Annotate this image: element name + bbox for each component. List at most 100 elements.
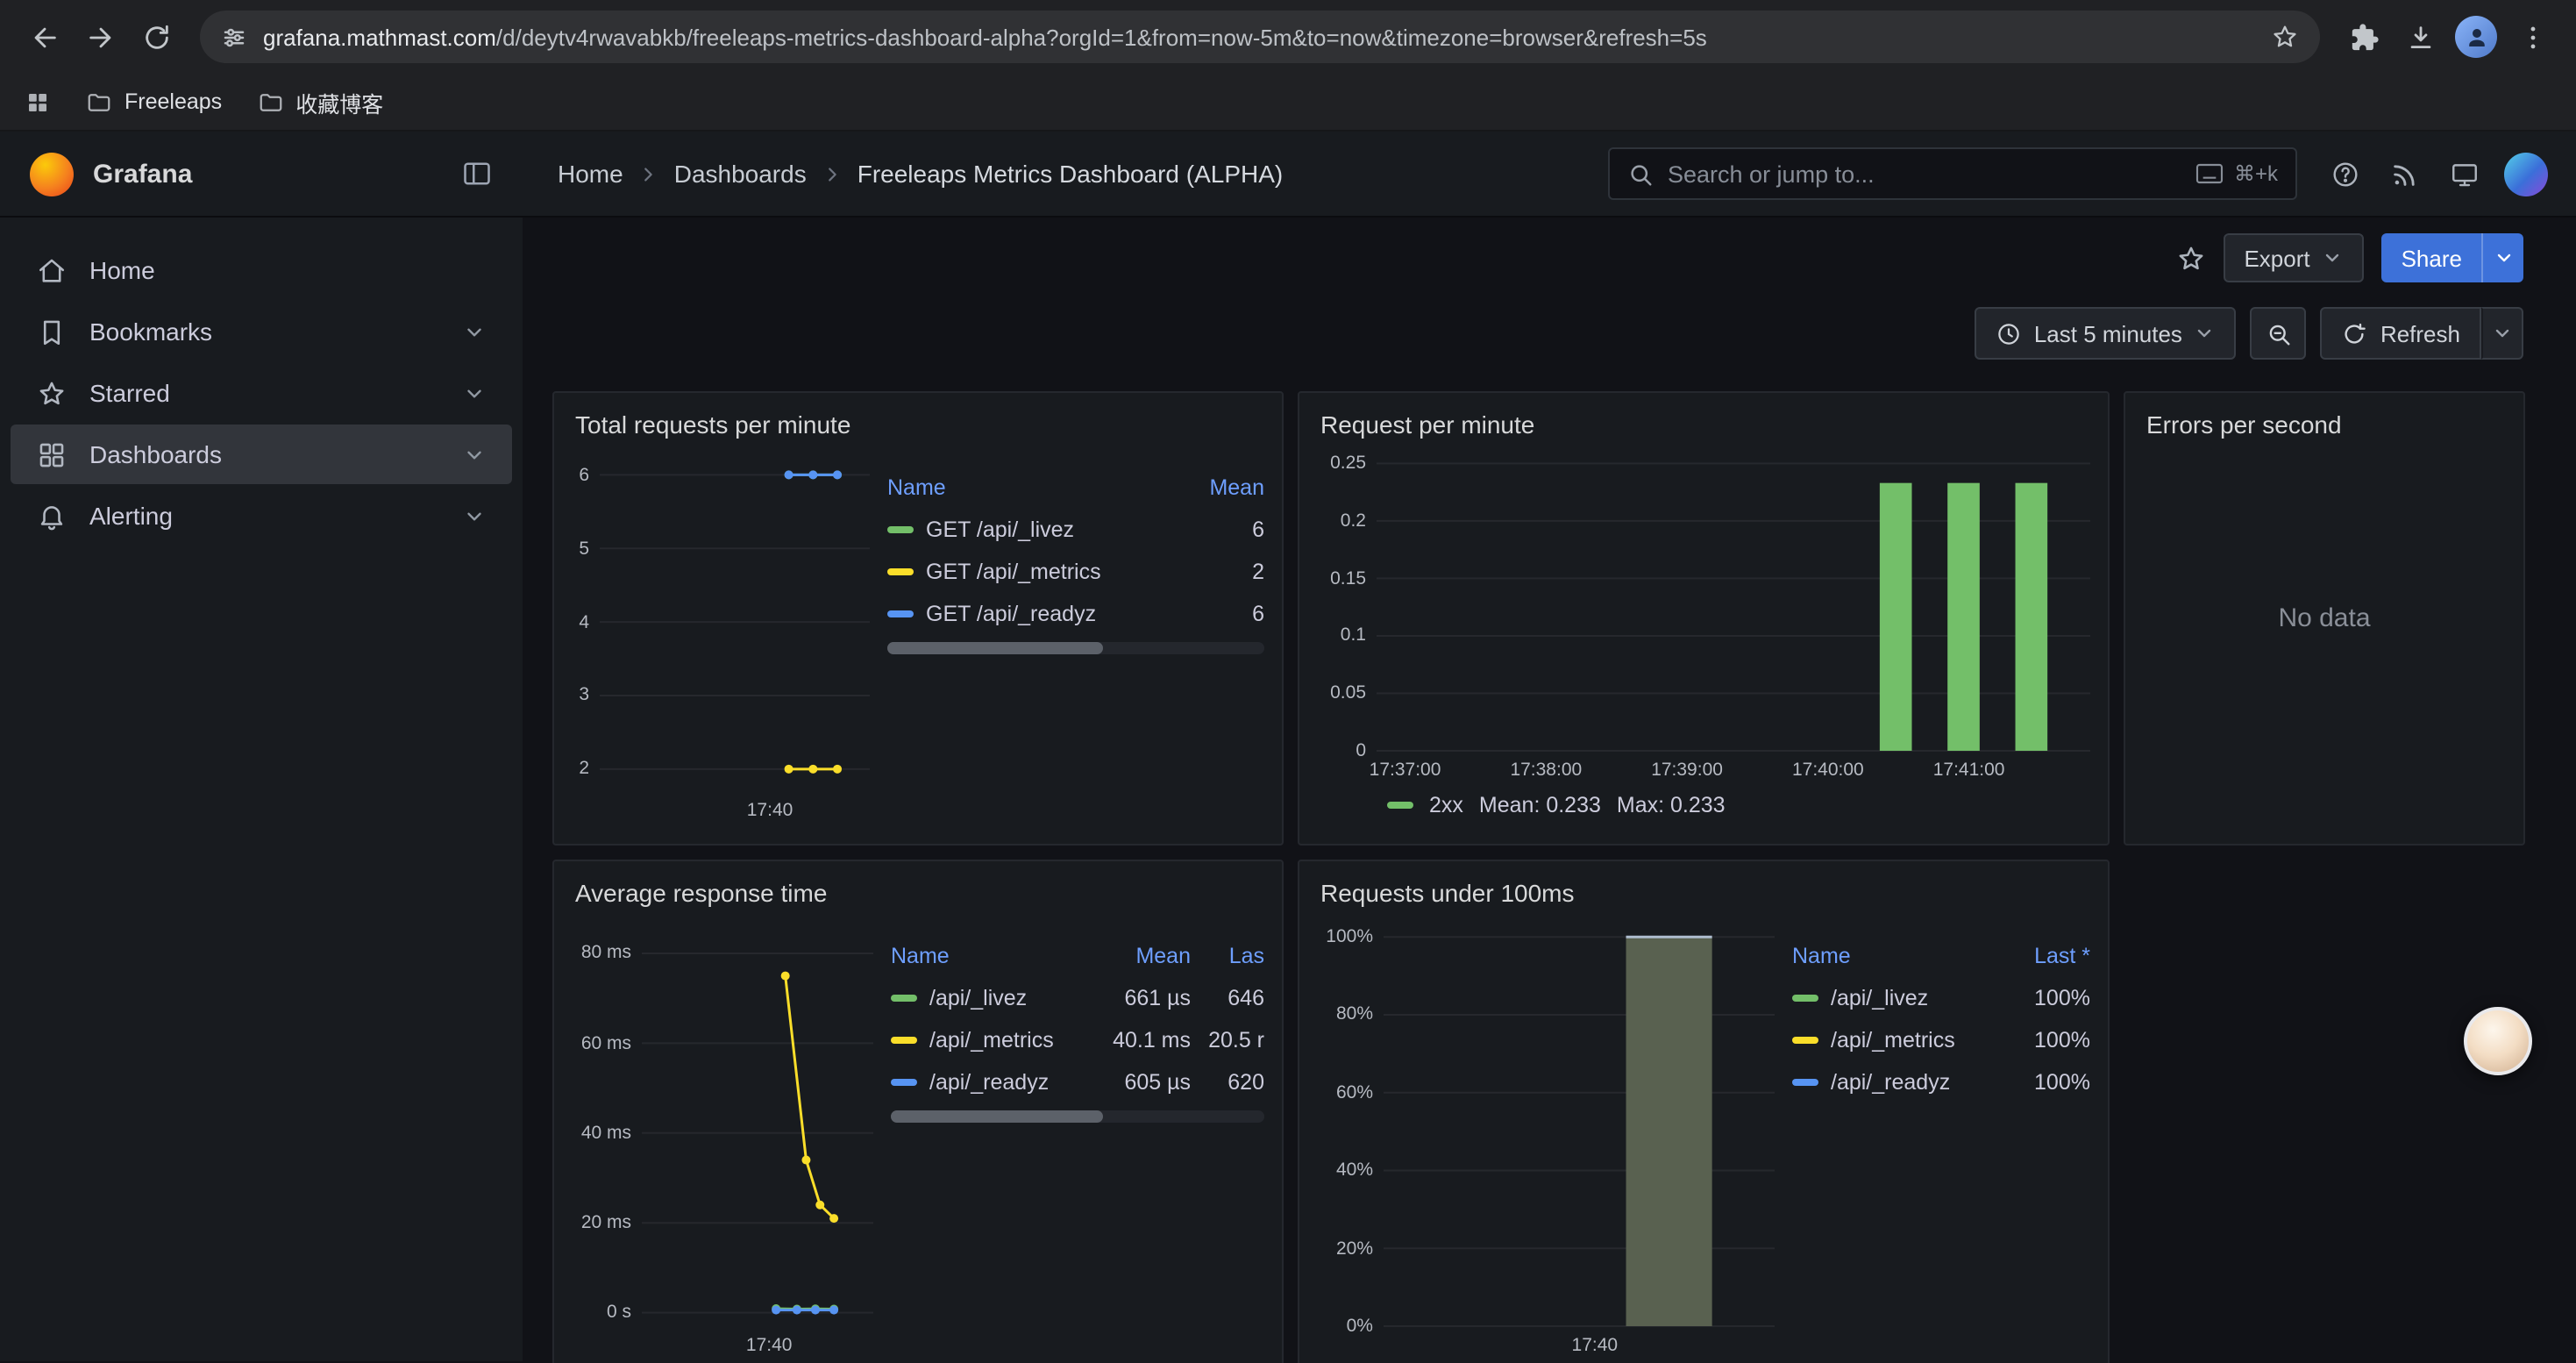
series-name[interactable]: /api/_metrics [1831,1028,1955,1053]
rss-icon[interactable] [2378,147,2430,200]
bookmark-folder-blogs[interactable]: 收藏博客 [257,85,383,118]
folder-icon [86,89,112,115]
series-name[interactable]: 2xx [1429,793,1463,817]
sidebar-item-home[interactable]: Home [11,240,512,300]
favorite-star-icon[interactable] [2175,243,2205,273]
breadcrumb-home[interactable]: Home [558,160,623,188]
series-mean: 2 [1166,560,1264,584]
total-requests-chart[interactable]: 6543217:40 [572,449,870,826]
sidebar-item-bookmarks[interactable]: Bookmarks [11,302,512,361]
time-range-picker[interactable]: Last 5 minutes [1975,307,2237,360]
forward-icon[interactable] [74,11,126,63]
legend-header-row: Name Mean [887,467,1264,509]
panel-average-response-time: Average response time 80 ms60 ms40 ms20 … [552,860,1284,1363]
chevron-down-icon[interactable] [463,504,486,527]
series-name[interactable]: /api/_readyz [1831,1070,1950,1095]
url-bar[interactable]: grafana.mathmast.com/d/deytv4rwavabkb/fr… [200,11,2320,63]
dashboards-grid-icon [37,439,67,469]
series-name[interactable]: /api/_metrics [929,1028,1054,1053]
series-name[interactable]: /api/_livez [929,986,1027,1010]
panel-title[interactable]: Average response time [575,875,1264,910]
sidebar-toggle-icon[interactable] [461,158,493,189]
downloads-icon[interactable] [2394,11,2446,63]
help-icon[interactable] [2318,147,2371,200]
series-name[interactable]: GET /api/_metrics [926,560,1101,584]
legend-scrollbar[interactable] [891,1110,1264,1123]
panel-title[interactable]: Total requests per minute [575,407,1264,442]
extensions-icon[interactable] [2338,11,2390,63]
chevron-down-icon [2492,323,2513,344]
sidebar-item-label: Dashboards [89,440,222,468]
refresh-button[interactable]: Refresh [2321,307,2481,360]
chevron-down-icon[interactable] [463,382,486,404]
under-100ms-chart[interactable]: 100%80%60%40%20%0%17:40 [1317,917,1775,1361]
share-menu-button[interactable] [2481,233,2523,282]
reload-icon[interactable] [130,11,182,63]
scrollbar-thumb[interactable] [887,642,1102,654]
user-avatar[interactable] [2504,152,2548,196]
sidebar-item-label: Bookmarks [89,318,212,346]
breadcrumb-dashboards[interactable]: Dashboards [674,160,807,188]
search-shortcut: ⌘+k [2195,161,2278,186]
export-button[interactable]: Export [2223,233,2364,282]
bookmark-star-icon[interactable] [2271,23,2299,51]
zoom-out-icon [2266,320,2292,346]
legend-table: Name Last * /api/_livez 100% /api/_metri… [1775,935,2090,1361]
legend-row: /api/_livez 100% [1792,977,2090,1019]
display-icon[interactable] [2437,147,2490,200]
legend-header-mean[interactable]: Mean [1166,475,1264,500]
site-info-icon[interactable] [221,24,247,50]
sidebar-item-label: Starred [89,379,170,407]
floating-assistant-avatar[interactable] [2464,1007,2532,1075]
series-color-swatch [1387,802,1413,809]
series-color-swatch [1792,1037,1818,1044]
refresh-split-button: Refresh [2321,307,2523,360]
chevron-down-icon [2195,323,2216,344]
legend-header-last[interactable]: Last * [1992,944,2090,968]
legend-header-row: Name Last * [1792,935,2090,977]
browser-menu-kebab-icon[interactable] [2506,11,2558,63]
grafana-logo[interactable] [30,152,74,196]
legend-header-mean[interactable]: Mean [1092,944,1191,968]
search-input[interactable]: Search or jump to... ⌘+k [1608,147,2297,200]
legend-row: /api/_metrics 100% [1792,1019,2090,1061]
share-button[interactable]: Share [2382,233,2481,282]
bookmark-icon [37,317,67,346]
average-response-chart[interactable]: 80 ms60 ms40 ms20 ms0 s17:40 [572,917,873,1361]
legend-header-last[interactable]: Las [1191,944,1264,968]
scrollbar-thumb[interactable] [891,1110,1104,1123]
series-max: Max: 0.233 [1617,793,1726,817]
series-mean: 605 µs [1092,1070,1191,1095]
zoom-out-button[interactable] [2251,307,2307,360]
panel-total-requests: Total requests per minute 6543217:40 Nam… [552,391,1284,846]
sidebar-item-dashboards[interactable]: Dashboards [11,425,512,484]
chevron-down-icon[interactable] [463,443,486,466]
refresh-interval-button[interactable] [2481,307,2523,360]
series-name[interactable]: /api/_livez [1831,986,1928,1010]
series-color-swatch [887,526,914,533]
home-icon [37,255,67,285]
legend-scrollbar[interactable] [887,642,1264,654]
legend-header-name[interactable]: Name [891,944,1092,968]
legend-header-name[interactable]: Name [1792,944,1992,968]
panel-title[interactable]: Requests under 100ms [1320,875,2090,910]
sidebar-item-alerting[interactable]: Alerting [11,486,512,546]
series-mean: 40.1 ms [1092,1028,1191,1053]
search-icon [1627,161,1654,187]
apps-grid-icon[interactable] [25,89,51,115]
request-per-minute-chart[interactable]: 0.250.20.150.10.05017:37:0017:38:0017:39… [1317,449,2090,786]
sidebar-item-starred[interactable]: Starred [11,363,512,423]
bookmark-label: Freeleaps [125,89,222,114]
legend-row: /api/_readyz 605 µs 620 [891,1061,1264,1103]
series-color-swatch [1792,1079,1818,1086]
back-icon[interactable] [18,11,70,63]
bookmark-folder-freeleaps[interactable]: Freeleaps [86,89,222,115]
legend-header-name[interactable]: Name [887,475,1166,500]
chevron-down-icon[interactable] [463,320,486,343]
profile-avatar[interactable] [2450,11,2502,63]
series-name[interactable]: GET /api/_livez [926,517,1074,542]
series-color-swatch [1792,995,1818,1002]
panel-title[interactable]: Request per minute [1320,407,2090,442]
series-name[interactable]: /api/_readyz [929,1070,1049,1095]
series-name[interactable]: GET /api/_readyz [926,602,1096,626]
